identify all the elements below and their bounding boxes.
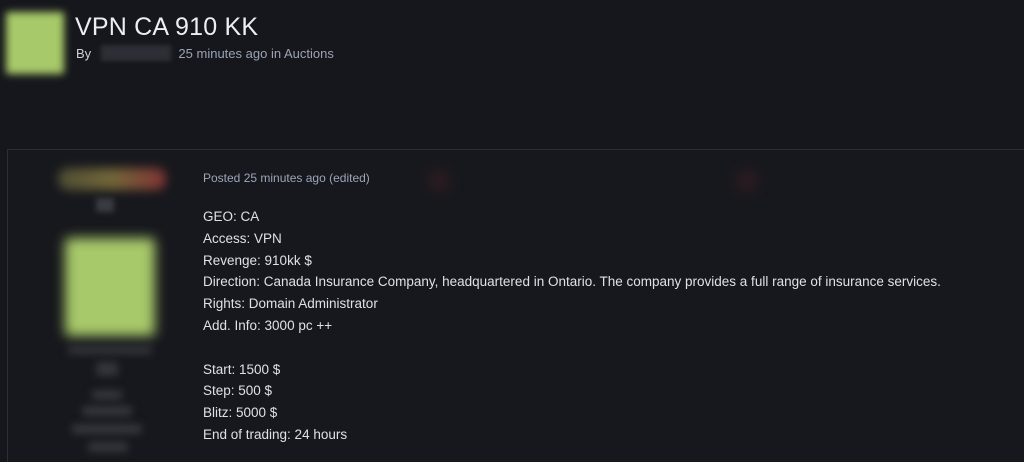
author-info-blur xyxy=(96,362,118,376)
topic-title: VPN CA 910 KK xyxy=(75,13,259,41)
edited-label[interactable]: (edited) xyxy=(329,171,370,185)
author-rank-banner xyxy=(58,168,166,190)
forum-link[interactable]: Auctions xyxy=(284,46,334,61)
post-line-end-of-trading: End of trading: 24 hours xyxy=(203,426,348,442)
author-name-redacted[interactable] xyxy=(100,45,171,61)
post-line-access: Access: VPN xyxy=(203,230,282,246)
topic-meta: By 25 minutes ago in Auctions xyxy=(76,45,334,62)
author-info-blur xyxy=(68,346,152,354)
post-date: Posted 25 minutes ago (edited) xyxy=(203,170,1023,186)
author-rank-icon xyxy=(96,198,114,212)
post-body: Posted 25 minutes ago (edited) GEO: CA A… xyxy=(203,170,1023,446)
post-line-step: Step: 500 $ xyxy=(203,383,273,399)
by-label: By xyxy=(76,46,92,61)
post-line-direction: Direction: Canada Insurance Company, hea… xyxy=(203,274,941,290)
post-line-geo: GEO: CA xyxy=(203,209,260,224)
author-info-blur xyxy=(82,406,132,416)
posted-time: Posted 25 minutes ago xyxy=(203,171,326,185)
post-content: GEO: CA Access: VPN Revenge: 910kk $ Dir… xyxy=(203,206,1023,446)
post-author-column xyxy=(8,150,193,462)
author-info-blur xyxy=(72,424,142,434)
author-info-blur xyxy=(88,442,128,452)
post: Posted 25 minutes ago (edited) GEO: CA A… xyxy=(7,149,1024,462)
author-info-blur xyxy=(92,390,122,400)
post-line-revenue: Revenge: 910kk $ xyxy=(203,252,312,268)
in-label: in xyxy=(270,46,282,61)
post-line-blitz: Blitz: 5000 $ xyxy=(203,405,278,421)
post-blank-line xyxy=(203,337,1023,359)
post-author-avatar[interactable] xyxy=(65,238,155,336)
page: VPN CA 910 KK By 25 minutes ago in Aucti… xyxy=(0,0,1024,462)
topic-author-avatar[interactable] xyxy=(6,12,64,74)
topic-header: VPN CA 910 KK By 25 minutes ago in Aucti… xyxy=(0,0,1024,120)
topic-time: 25 minutes ago xyxy=(178,46,268,61)
post-line-rights: Rights: Domain Administrator xyxy=(203,296,378,312)
post-line-add-info: Add. Info: 3000 pc ++ xyxy=(203,317,333,333)
post-line-start: Start: 1500 $ xyxy=(203,361,281,377)
